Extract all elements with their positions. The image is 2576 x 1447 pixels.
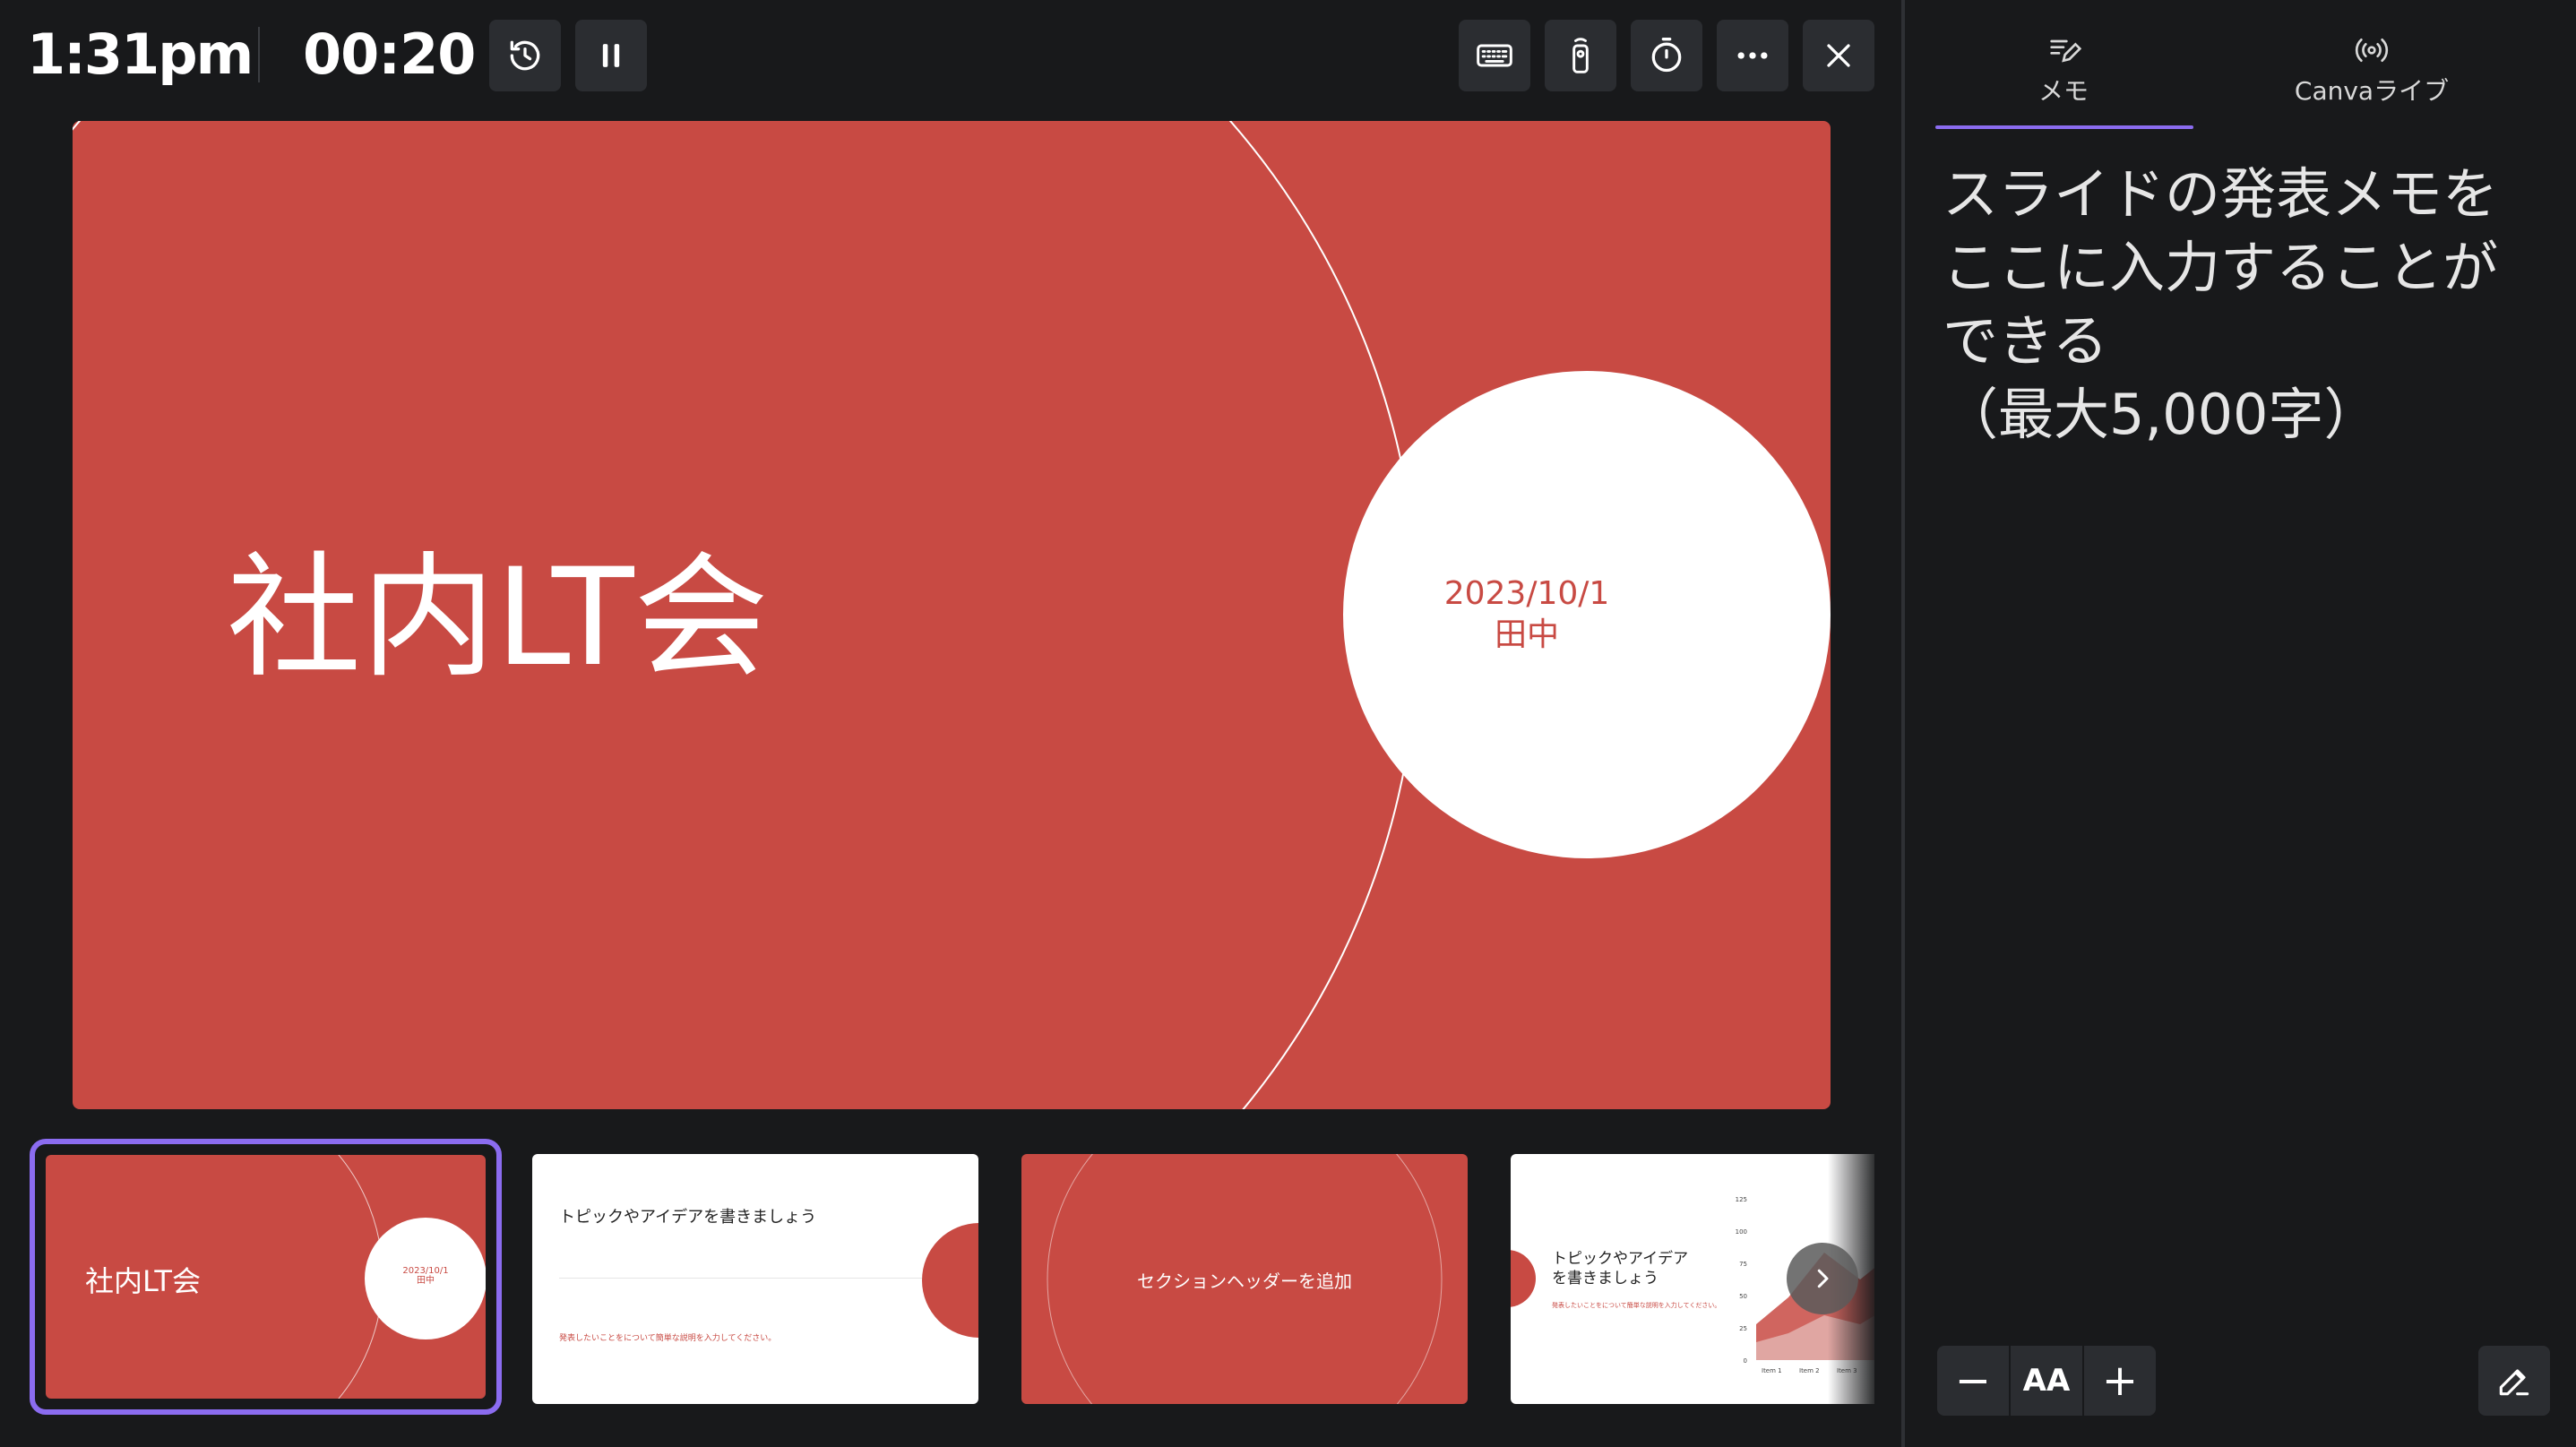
thumbnail-title: セクションヘッダーを追加: [1137, 1270, 1352, 1292]
active-tab-indicator: [1935, 125, 2193, 129]
thumbnail-title-line: トピックやアイデア: [1552, 1250, 1689, 1268]
chart-tick-label: 50: [1739, 1293, 1747, 1300]
chart-tick-label: 75: [1739, 1261, 1747, 1268]
chart-category-label: Item 1: [1762, 1367, 1782, 1374]
chart-tick-label: 100: [1736, 1228, 1747, 1236]
thumbnail-body: 発表したいことをについて簡単な説明を入力してください。: [559, 1334, 777, 1343]
broadcast-icon: [2355, 39, 2389, 62]
more-options-button[interactable]: [1717, 20, 1788, 91]
thumbnail-date: 2023/10/1: [402, 1266, 449, 1276]
decrease-font-button[interactable]: −: [1937, 1346, 2009, 1416]
chevron-right-icon: [1817, 1269, 1829, 1288]
chart-tick-label: 0: [1744, 1357, 1747, 1365]
thumbnail-title: トピックやアイデア を書きましょう: [1552, 1249, 1688, 1288]
increase-font-button[interactable]: +: [2084, 1346, 2156, 1416]
slide-author: 田中: [1494, 616, 1559, 653]
tab-label: Canvaライブ: [2294, 76, 2450, 106]
panel-divider: [1901, 0, 1905, 1447]
chart-tick-label: 125: [1736, 1196, 1747, 1203]
remote-control-button[interactable]: [1545, 20, 1616, 91]
divider: [258, 27, 260, 82]
font-size-button[interactable]: AA: [2011, 1346, 2082, 1416]
thumbnail-date-author: 2023/10/1 田中: [390, 1266, 461, 1286]
slide-thumbnail-1[interactable]: 社内LT会 2023/10/1 田中: [30, 1139, 502, 1415]
presenter-notes[interactable]: スライドの発表メモを ここに入力することが できる （最大5,000字）: [1943, 158, 2534, 452]
font-size-label: AA: [2022, 1363, 2071, 1399]
history-icon: [510, 40, 540, 71]
thumbnail-body: 発表したいことをについて簡単な説明を入力してください。: [1552, 1302, 1721, 1309]
thumbnail-divider: [559, 1278, 952, 1279]
current-time: 1:31pm: [27, 22, 254, 87]
tab-canva-live[interactable]: Canvaライブ: [2242, 32, 2502, 108]
slide-thumbnail-3[interactable]: セクションヘッダーを追加: [1021, 1154, 1468, 1404]
slide-thumbnail-2[interactable]: トピックやアイデアを書きましょう 発表したいことをについて簡単な説明を入力してく…: [532, 1154, 978, 1404]
elapsed-timer: 00:20: [303, 22, 476, 87]
edit-icon: [2499, 1369, 2529, 1396]
remote-icon: [1572, 38, 1589, 73]
keyboard-icon: [1477, 44, 1512, 67]
tab-notes[interactable]: メモ: [1934, 32, 2193, 108]
thumbnail-title: 社内LT会: [85, 1264, 201, 1298]
thumbnail-circle: [922, 1223, 978, 1338]
reset-timer-button[interactable]: [489, 20, 561, 91]
more-icon: [1737, 52, 1768, 59]
current-slide: 社内LT会 2023/10/1 田中: [73, 121, 1831, 1109]
thumbnail-author: 田中: [417, 1276, 435, 1286]
slide-date-author: 2023/10/1 田中: [1343, 573, 1710, 656]
pause-icon: [602, 44, 620, 67]
stopwatch-icon: [1651, 38, 1682, 73]
edit-notes-button[interactable]: [2478, 1346, 2550, 1416]
timer-button[interactable]: [1631, 20, 1702, 91]
chart-category-label: Item 2: [1799, 1367, 1820, 1374]
thumbnail-circle: [1511, 1250, 1536, 1307]
close-icon: [1827, 44, 1850, 67]
thumbnail-title-line: を書きましょう: [1552, 1270, 1658, 1288]
keyboard-shortcuts-button[interactable]: [1459, 20, 1530, 91]
thumbnail-title: トピックやアイデアを書きましょう: [559, 1208, 817, 1227]
notes-icon: [2050, 39, 2081, 63]
chart-tick-label: 25: [1739, 1325, 1747, 1332]
next-thumbnails-button[interactable]: [1787, 1243, 1858, 1314]
slide-date: 2023/10/1: [1443, 575, 1610, 612]
pause-button[interactable]: [575, 20, 647, 91]
close-button[interactable]: [1803, 20, 1874, 91]
slide-title: 社内LT会: [227, 540, 769, 696]
tab-label: メモ: [2038, 76, 2089, 106]
